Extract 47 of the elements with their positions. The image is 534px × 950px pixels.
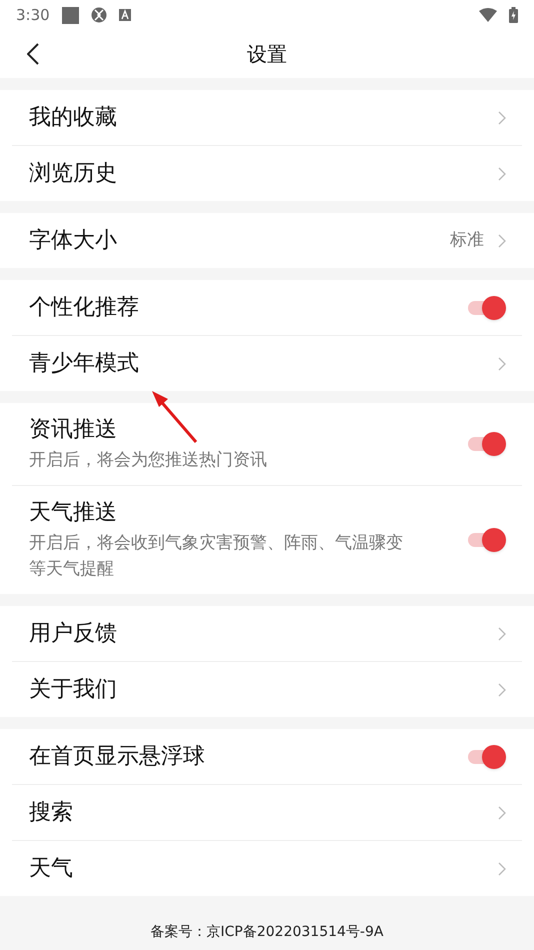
settings-row[interactable]: 青少年模式: [0, 336, 534, 391]
setting-label: 青少年模式: [29, 350, 139, 378]
status-time: 3:30: [16, 4, 50, 26]
settings-row[interactable]: 关于我们: [0, 662, 534, 717]
setting-description: 开启后，将会收到气象灾害预警、阵雨、气温骤变等天气提醒: [29, 532, 404, 581]
settings-row[interactable]: 我的收藏: [0, 90, 534, 145]
notification-icon: [118, 9, 131, 21]
setting-label: 个性化推荐: [29, 294, 139, 322]
settings-row[interactable]: 天气推送 开启后，将会收到气象灾害预警、阵雨、气温骤变等天气提醒: [0, 486, 534, 594]
setting-label: 在首页显示悬浮球: [29, 742, 205, 770]
chevron-icon: [498, 862, 506, 876]
chevron-icon: [498, 682, 506, 696]
chevron-icon: [498, 806, 506, 820]
wifi-icon: [479, 8, 497, 22]
toggle-switch[interactable]: [468, 296, 506, 320]
footer-text: 备案号：京ICP备2022031514号-9A: [150, 923, 384, 942]
setting-value: 标准: [450, 228, 484, 252]
settings-row[interactable]: 浏览历史: [0, 146, 534, 201]
back-icon: [27, 43, 39, 65]
page-title: 设置: [247, 41, 287, 68]
setting-label: 浏览历史: [29, 160, 117, 188]
chevron-icon: [498, 234, 506, 248]
battery-icon: [509, 7, 518, 23]
settings-row[interactable]: 资讯推送 开启后，将会为您推送热门资讯: [0, 403, 534, 485]
toggle-switch[interactable]: [468, 744, 506, 768]
settings-row[interactable]: 字体大小 标准: [0, 213, 534, 268]
toggle-switch[interactable]: [468, 528, 506, 552]
chevron-icon: [498, 626, 506, 640]
settings-row[interactable]: 个性化推荐: [0, 280, 534, 335]
settings-row[interactable]: 在首页显示悬浮球: [0, 729, 534, 784]
setting-label: 字体大小: [29, 226, 117, 254]
setting-label: 关于我们: [29, 676, 117, 704]
settings-row[interactable]: 天气: [0, 841, 534, 896]
setting-label: 搜索: [29, 798, 73, 826]
setting-label: 我的收藏: [29, 104, 117, 132]
settings-row[interactable]: 用户反馈: [0, 606, 534, 661]
setting-label: 用户反馈: [29, 620, 117, 648]
chevron-icon: [498, 356, 506, 370]
setting-label: 资讯推送: [29, 416, 117, 444]
chevron-icon: [498, 110, 506, 124]
setting-description: 开启后，将会为您推送热门资讯: [29, 449, 267, 472]
setting-label: 天气: [29, 854, 73, 882]
setting-label: 天气推送: [29, 499, 117, 527]
square-icon: [62, 6, 79, 24]
toggle-switch[interactable]: [468, 432, 506, 456]
settings-row[interactable]: 搜索: [0, 785, 534, 840]
chevron-icon: [498, 166, 506, 180]
